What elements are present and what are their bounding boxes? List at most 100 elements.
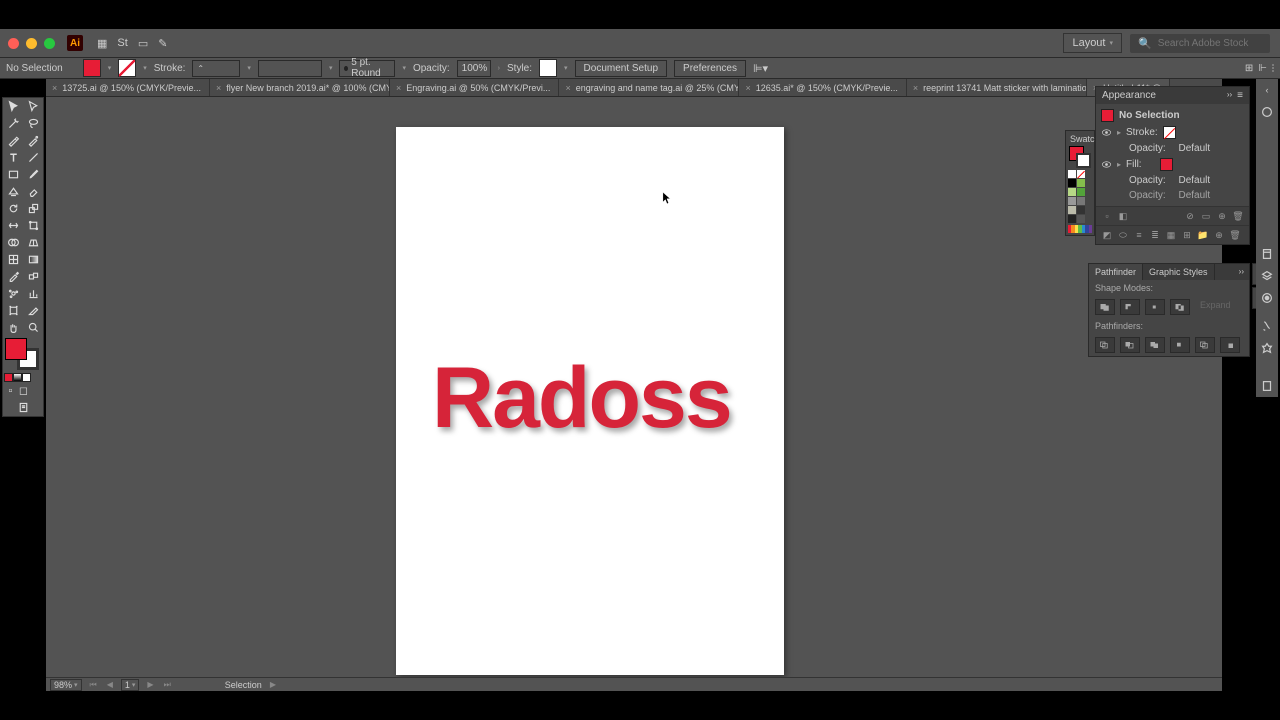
variable-width[interactable] [258,60,322,77]
stroke-swatch[interactable] [118,59,136,77]
screen-mode[interactable]: ▫ [4,384,17,397]
gpu-icon[interactable]: ✎ [158,37,167,50]
search-input[interactable] [1158,38,1262,49]
chevron-down-icon[interactable]: ▾ [402,64,406,72]
swatch[interactable] [1077,206,1085,214]
document-tab[interactable]: ×reeprint 13741 Matt sticker with lamina… [907,79,1087,96]
swatch[interactable] [1077,188,1085,196]
menu-icon[interactable] [1272,64,1274,72]
menu-icon[interactable]: ≡ [1237,90,1243,101]
align-icon[interactable]: ⊫▾ [753,62,768,75]
close-window[interactable] [8,38,19,49]
screen-mode[interactable]: ◻ [17,384,30,397]
swatches-mini-panel[interactable]: Swatc [1065,130,1095,236]
line-tool[interactable] [23,149,43,166]
chevron-icon[interactable]: › [498,65,500,72]
width-tool[interactable] [3,217,23,234]
swatch[interactable] [1068,170,1076,178]
properties-icon[interactable] [1256,101,1278,123]
symbol-sprayer-tool[interactable] [3,285,23,302]
grid-icon[interactable]: ⊞ [1245,63,1253,74]
trash-icon[interactable]: 🗑 [1231,209,1245,223]
swatch[interactable] [1068,188,1076,196]
pen-tool[interactable] [3,132,23,149]
tool-menu[interactable]: ▶ [268,680,278,689]
maximize-window[interactable] [44,38,55,49]
collapse-icon[interactable]: ›› [1227,90,1232,101]
stroke-weight[interactable]: ⌃ [192,60,240,77]
close-icon[interactable]: × [216,83,221,93]
color-spectrum[interactable] [1068,225,1092,233]
artboard-nav[interactable]: 1▾ [121,679,140,691]
document-setup-button[interactable]: Document Setup [575,60,668,77]
dup-icon[interactable]: ⊕ [1215,209,1229,223]
edit-toolbar[interactable] [3,398,43,416]
document-tab[interactable]: ×flyer New branch 2019.ai* @ 100% (CMYK/… [210,79,390,96]
document-tab[interactable]: ×13725.ai @ 150% (CMYK/Previe... [46,79,210,96]
minus-front-icon[interactable] [1120,299,1140,315]
canvas[interactable]: Radoss [46,97,1222,688]
blend-tool[interactable] [23,268,43,285]
fill-color[interactable] [5,338,27,360]
icon[interactable]: ⊞ [1180,228,1194,242]
fill-value[interactable] [1160,158,1173,171]
new-stroke-icon[interactable]: ▫ [1100,209,1114,223]
exclude-icon[interactable] [1170,299,1190,315]
unite-icon[interactable] [1095,299,1115,315]
perspective-tool[interactable] [23,234,43,251]
minimize-window[interactable] [26,38,37,49]
swatch[interactable] [1068,215,1076,223]
slice-tool[interactable] [23,302,43,319]
close-icon[interactable]: × [913,83,918,93]
close-icon[interactable]: × [396,83,401,93]
artboard-tool[interactable] [3,302,23,319]
divide-icon[interactable] [1095,337,1115,353]
close-icon[interactable]: × [52,83,57,93]
collapse-icon[interactable]: ›› [1234,264,1249,280]
symbols-icon[interactable] [1256,337,1278,359]
fill-stroke-indicator[interactable] [5,338,41,370]
stock-icon[interactable]: St [117,37,127,50]
outline-icon[interactable] [1195,337,1215,353]
brush-tool[interactable] [23,166,43,183]
rotate-tool[interactable] [3,200,23,217]
bridge-icon[interactable]: ▦ [97,37,107,50]
eyedropper-tool[interactable] [3,268,23,285]
preferences-button[interactable]: Preferences [674,60,746,77]
icon[interactable]: ▦ [1164,228,1178,242]
tab-graphic-styles[interactable]: Graphic Styles [1143,264,1215,280]
search-stock[interactable]: 🔍 [1130,34,1270,53]
free-transform-tool[interactable] [23,217,43,234]
document-tab[interactable]: ×Engraving.ai @ 50% (CMYK/Previ... [390,79,559,96]
brushes-icon[interactable] [1256,315,1278,337]
swatch[interactable] [1068,179,1076,187]
rectangle-tool[interactable] [3,166,23,183]
opacity-value[interactable]: 100% [457,60,491,77]
chevron-down-icon[interactable]: ▾ [143,64,147,72]
swatch[interactable] [1077,215,1085,223]
document-tab[interactable]: ×engraving and name tag.ai @ 25% (CMYK/P… [559,79,739,96]
zoom-level[interactable]: 98%▾ [50,679,82,691]
direct-selection-tool[interactable] [23,98,43,115]
style-swatch[interactable] [539,59,557,77]
clear-icon[interactable]: ▭ [1199,209,1213,223]
icon[interactable]: ⊕ [1212,228,1226,242]
intersect-icon[interactable] [1145,299,1165,315]
fx-icon[interactable]: ⊘ [1183,209,1197,223]
close-icon[interactable]: × [565,83,570,93]
curvature-tool[interactable] [23,132,43,149]
chevron-down-icon[interactable]: ▾ [564,64,568,72]
type-tool[interactable] [3,149,23,166]
icon[interactable]: ≡ [1132,228,1146,242]
artboards-icon[interactable] [1256,375,1278,397]
layers-icon[interactable] [1256,265,1278,287]
icon[interactable]: ◩ [1100,228,1114,242]
zoom-tool[interactable] [23,319,43,336]
gradient-tool[interactable] [23,251,43,268]
first-artboard[interactable]: ⏮ [88,680,99,690]
crop-icon[interactable] [1170,337,1190,353]
snap-icon[interactable]: ⊩ [1258,63,1267,74]
minus-back-icon[interactable] [1220,337,1240,353]
swatch[interactable] [1068,197,1076,205]
brush-def[interactable]: 5 pt. Round [339,60,395,77]
